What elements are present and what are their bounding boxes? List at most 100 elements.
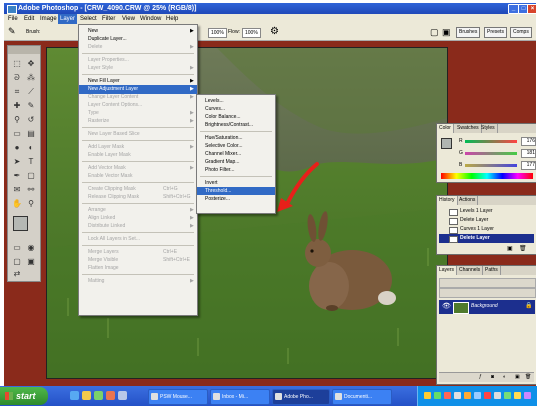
quicklaunch-ie-icon[interactable] <box>70 391 79 400</box>
toolbox-header[interactable] <box>8 46 40 54</box>
adjustment-item-brightness-contrast[interactable]: Brightness/Contrast... <box>197 121 275 129</box>
layer-menu-item-matting[interactable]: Matting ▶ <box>79 277 197 286</box>
marquee-tool-icon[interactable]: ⬚ <box>11 58 23 70</box>
menu-window[interactable]: Window <box>138 14 163 24</box>
menu-help[interactable]: Help <box>164 14 180 24</box>
tray-icon[interactable] <box>464 392 471 399</box>
eraser-icon[interactable]: ▭ <box>11 128 23 140</box>
quicklaunch-media-icon[interactable] <box>94 391 103 400</box>
tray-icon[interactable] <box>494 392 501 399</box>
layer-menu-item-flatten-image[interactable]: Flatten Image <box>79 264 197 273</box>
notes-tool-icon[interactable]: ✉ <box>11 184 23 196</box>
palette-tab-brushes[interactable]: Brushes <box>456 27 481 38</box>
hand-tool-icon[interactable]: ✋ <box>11 198 23 210</box>
layer-menu-item-enable-layer-mask[interactable]: Enable Layer Mask <box>79 151 197 160</box>
type-tool-icon[interactable]: T <box>25 156 37 168</box>
layer-menu-item-distribute-linked[interactable]: Distribute Linked ▶ <box>79 222 197 231</box>
zoom-tool-icon[interactable]: ⚲ <box>25 198 37 210</box>
screen-mode-standard-icon[interactable]: ▢ <box>11 256 23 268</box>
path-selection-icon[interactable]: ➤ <box>11 156 23 168</box>
file-browser-icon[interactable]: ▢ <box>430 27 439 38</box>
magic-wand-icon[interactable]: ⁂ <box>25 72 37 84</box>
taskbar-button-documents[interactable]: Documenti... <box>332 389 392 405</box>
channel-b-value[interactable]: 177 <box>521 161 536 170</box>
tray-icon[interactable] <box>454 392 461 399</box>
tab-color[interactable]: Color <box>437 124 454 133</box>
adjustment-item-curves[interactable]: Curves... <box>197 105 275 113</box>
tab-styles[interactable]: Styles <box>479 124 498 133</box>
clone-stamp-icon[interactable]: ⚲ <box>11 114 23 126</box>
shape-tool-icon[interactable]: ▢ <box>25 170 37 182</box>
adjustment-item-color-balance[interactable]: Color Balance... <box>197 113 275 121</box>
new-adjustment-icon[interactable]: ◐ <box>503 373 506 382</box>
menu-view[interactable]: View <box>120 14 137 24</box>
blur-tool-icon[interactable]: ● <box>11 142 23 154</box>
history-item[interactable]: Delete Layer <box>439 216 534 225</box>
channel-r-value[interactable]: 176 <box>521 137 536 146</box>
tab-paths[interactable]: Paths <box>483 266 501 275</box>
tab-actions[interactable]: Actions <box>457 196 479 205</box>
layer-menu-item-layer-style[interactable]: Layer Style ▶ <box>79 64 197 73</box>
quicklaunch-app-icon[interactable] <box>106 391 115 400</box>
layer-mask-icon[interactable]: ◙ <box>491 373 494 382</box>
taskbar-button-psw[interactable]: PSW Mouse... <box>148 389 208 405</box>
title-bar[interactable]: Adobe Photoshop - [CRW_4090.CRW @ 25% (R… <box>4 3 536 14</box>
tab-layers[interactable]: Layers <box>437 266 458 275</box>
history-new-snapshot-icon[interactable]: ▣ <box>507 245 513 252</box>
quicklaunch-desktop-icon[interactable] <box>118 391 127 400</box>
adjustment-item-levels[interactable]: Levels... <box>197 97 275 105</box>
delete-layer-icon[interactable]: 🗑 <box>525 373 531 382</box>
layer-menu-item-new-layer-based-slice[interactable]: New Layer Based Slice <box>79 130 197 139</box>
menu-edit[interactable]: Edit <box>22 14 36 24</box>
adjustment-item-hue-saturation[interactable]: Hue/Saturation... <box>197 134 275 142</box>
move-tool-icon[interactable]: ✥ <box>25 58 37 70</box>
tray-icon[interactable] <box>424 392 431 399</box>
pen-tool-icon[interactable]: ✒ <box>11 170 23 182</box>
imageready-icon[interactable]: ⇄ <box>11 268 23 280</box>
brush-tool-icon[interactable]: ✎ <box>8 26 16 37</box>
history-item[interactable]: Curves 1 Layer <box>439 225 534 234</box>
adjustment-item-gradient-map[interactable]: Gradient Map... <box>197 158 275 166</box>
crop-tool-icon[interactable]: ⌗ <box>11 86 23 98</box>
airbrush-icon[interactable]: ⚙ <box>270 26 279 37</box>
palette-tab-presets[interactable]: Presets <box>484 27 507 38</box>
layer-menu-item-release-clipping-mask[interactable]: Release Clipping Mask Shift+Ctrl+G <box>79 193 197 202</box>
taskbar-button-photoshop[interactable]: Adobe Pho... <box>272 389 330 405</box>
new-layer-icon[interactable]: ▣ <box>515 373 520 382</box>
toggle-palette-icon[interactable]: ▣ <box>442 27 451 38</box>
brush-tool-icon-box[interactable]: ✎ <box>25 100 37 112</box>
history-delete-icon[interactable]: 🗑 <box>519 245 527 252</box>
channel-g-value[interactable]: 181 <box>521 149 536 158</box>
layer-row-background[interactable]: 👁 Background 🔒 <box>439 300 535 314</box>
adjustment-item-posterize[interactable]: Posterize... <box>197 195 275 203</box>
screen-mode-full-icon[interactable]: ▣ <box>25 256 37 268</box>
history-brush-icon[interactable]: ↺ <box>25 114 37 126</box>
opacity-field[interactable]: 100% <box>208 28 227 38</box>
channel-b-slider[interactable] <box>465 164 517 167</box>
menu-filter[interactable]: Filter <box>100 14 117 24</box>
menu-image[interactable]: Image <box>38 14 59 24</box>
healing-brush-icon[interactable]: ✚ <box>11 100 23 112</box>
layer-menu-item-enable-vector-mask[interactable]: Enable Vector Mask <box>79 172 197 181</box>
menu-file[interactable]: File <box>6 14 20 24</box>
start-button[interactable]: start <box>0 387 48 405</box>
adjustment-item-invert[interactable]: Invert <box>197 179 275 187</box>
layers-blend-controls[interactable] <box>439 278 536 288</box>
color-ramp[interactable] <box>441 173 533 179</box>
layer-menu-item-lock-all-layers-in-set[interactable]: Lock All Layers in Set... <box>79 235 197 244</box>
taskbar-button-inbox[interactable]: Inbox - Mi... <box>210 389 270 405</box>
tray-icon[interactable] <box>514 392 521 399</box>
adjustment-item-photo-filter[interactable]: Photo Filter... <box>197 166 275 174</box>
channel-g-slider[interactable] <box>465 152 517 155</box>
slice-tool-icon[interactable]: ⟋ <box>25 86 37 98</box>
menu-select[interactable]: Select <box>78 14 99 24</box>
tray-icon[interactable] <box>504 392 511 399</box>
layer-menu-item-rasterize[interactable]: Rasterize ▶ <box>79 117 197 126</box>
layer-style-icon[interactable]: ƒ <box>479 373 482 382</box>
history-item[interactable]: Levels 1 Layer <box>439 207 534 216</box>
palette-tab-comps[interactable]: Comps <box>510 27 532 38</box>
dodge-tool-icon[interactable]: ◐ <box>25 142 37 154</box>
color-fg-swatch[interactable] <box>441 138 452 149</box>
close-button[interactable]: × <box>527 4 536 14</box>
menu-layer[interactable]: Layer <box>58 14 78 24</box>
